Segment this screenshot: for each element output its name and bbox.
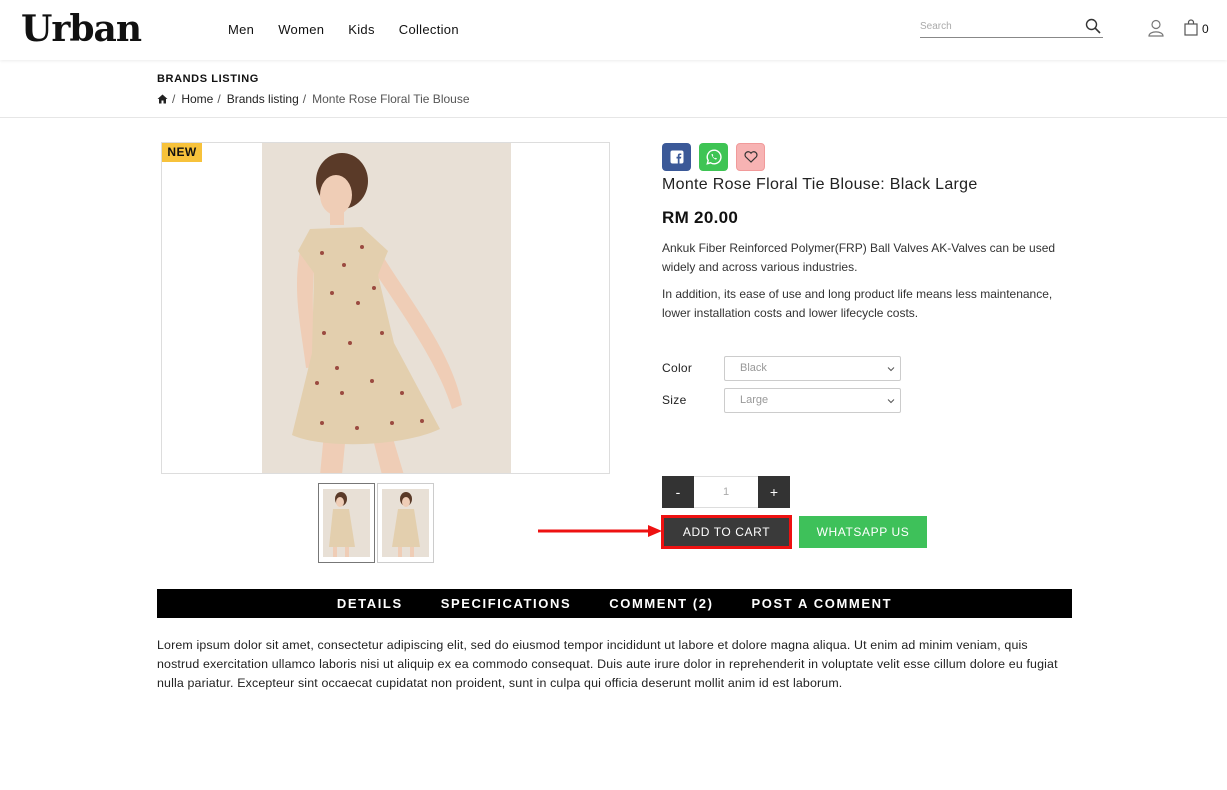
product-title: Monte Rose Floral Tie Blouse: Black Larg… — [662, 176, 978, 193]
thumbnail-list — [318, 483, 434, 563]
search-input[interactable] — [920, 16, 1080, 37]
nav-women[interactable]: Women — [278, 22, 324, 37]
product-price: RM 20.00 — [662, 208, 739, 227]
nav-kids[interactable]: Kids — [348, 22, 375, 37]
logo[interactable]: Urban — [21, 8, 142, 50]
breadcrumb-current: Monte Rose Floral Tie Blouse — [312, 92, 470, 106]
new-badge: NEW — [162, 143, 202, 162]
whatsapp-share-button[interactable] — [699, 143, 728, 171]
facebook-share-button[interactable] — [662, 143, 691, 171]
size-select[interactable]: Large — [724, 388, 901, 413]
color-select[interactable]: Black — [724, 356, 901, 381]
heart-icon — [743, 151, 758, 163]
nav-collection[interactable]: Collection — [399, 22, 459, 37]
wishlist-button[interactable] — [736, 143, 765, 171]
quantity-increase-button[interactable]: + — [758, 476, 790, 508]
thumbnail-2[interactable] — [377, 483, 434, 563]
whatsapp-icon — [705, 149, 722, 165]
tab-comment[interactable]: COMMENT (2) — [609, 596, 713, 611]
add-to-cart-button[interactable]: ADD TO CART — [661, 515, 792, 549]
cart-count[interactable]: 0 — [1202, 22, 1209, 36]
share-buttons — [662, 143, 765, 171]
description-paragraph: Ankuk Fiber Reinforced Polymer(FRP) Ball… — [662, 241, 1056, 274]
whatsapp-us-button[interactable]: WHATSAPP US — [799, 516, 927, 548]
home-icon[interactable] — [157, 94, 168, 104]
product-photo — [262, 143, 511, 473]
search-box — [920, 16, 1103, 38]
tab-details[interactable]: DETAILS — [337, 596, 403, 611]
breadcrumb-separator: / — [172, 92, 176, 106]
chevron-down-icon — [887, 367, 895, 372]
tab-post-comment[interactable]: POST A COMMENT — [752, 596, 893, 611]
thumbnail-1[interactable] — [318, 483, 375, 563]
product-main-image[interactable] — [161, 142, 610, 474]
breadcrumb-brands-listing[interactable]: Brands listing — [227, 92, 299, 106]
description-paragraph: In addition, its ease of use and long pr… — [662, 287, 1053, 320]
shopping-bag-icon[interactable] — [1184, 19, 1198, 36]
page-title: BRANDS LISTING — [157, 73, 259, 85]
thumbnail-photo — [323, 489, 370, 557]
breadcrumb-separator: / — [302, 92, 307, 106]
size-select-value: Large — [740, 394, 769, 406]
quantity-stepper: - 1 + — [662, 476, 790, 508]
color-label: Color — [662, 361, 693, 375]
user-icon[interactable] — [1148, 19, 1164, 37]
product-description: Ankuk Fiber Reinforced Polymer(FRP) Ball… — [662, 239, 1067, 331]
main-nav: Men Women Kids Collection — [228, 22, 459, 37]
color-select-value: Black — [740, 362, 767, 374]
breadcrumb-home[interactable]: Home — [181, 92, 213, 106]
tab-specifications[interactable]: SPECIFICATIONS — [441, 596, 572, 611]
thumbnail-photo — [382, 489, 429, 557]
facebook-icon — [670, 150, 683, 164]
header: Urban Men Women Kids Collection 0 — [0, 0, 1227, 60]
quantity-input[interactable]: 1 — [694, 476, 758, 508]
arrow-annotation-icon — [538, 525, 662, 537]
search-icon[interactable] — [1085, 18, 1101, 34]
product-tabs: DETAILS SPECIFICATIONS COMMENT (2) POST … — [157, 589, 1072, 618]
breadcrumb-separator: / — [217, 92, 221, 106]
size-label: Size — [662, 393, 687, 407]
breadcrumb-section: BRANDS LISTING / Home / Brands listing /… — [0, 60, 1227, 118]
quantity-decrease-button[interactable]: - — [662, 476, 694, 508]
details-text: Lorem ipsum dolor sit amet, consectetur … — [157, 638, 1058, 691]
nav-men[interactable]: Men — [228, 22, 254, 37]
chevron-down-icon — [887, 399, 895, 404]
breadcrumb: / Home / Brands listing / Monte Rose Flo… — [157, 92, 470, 106]
